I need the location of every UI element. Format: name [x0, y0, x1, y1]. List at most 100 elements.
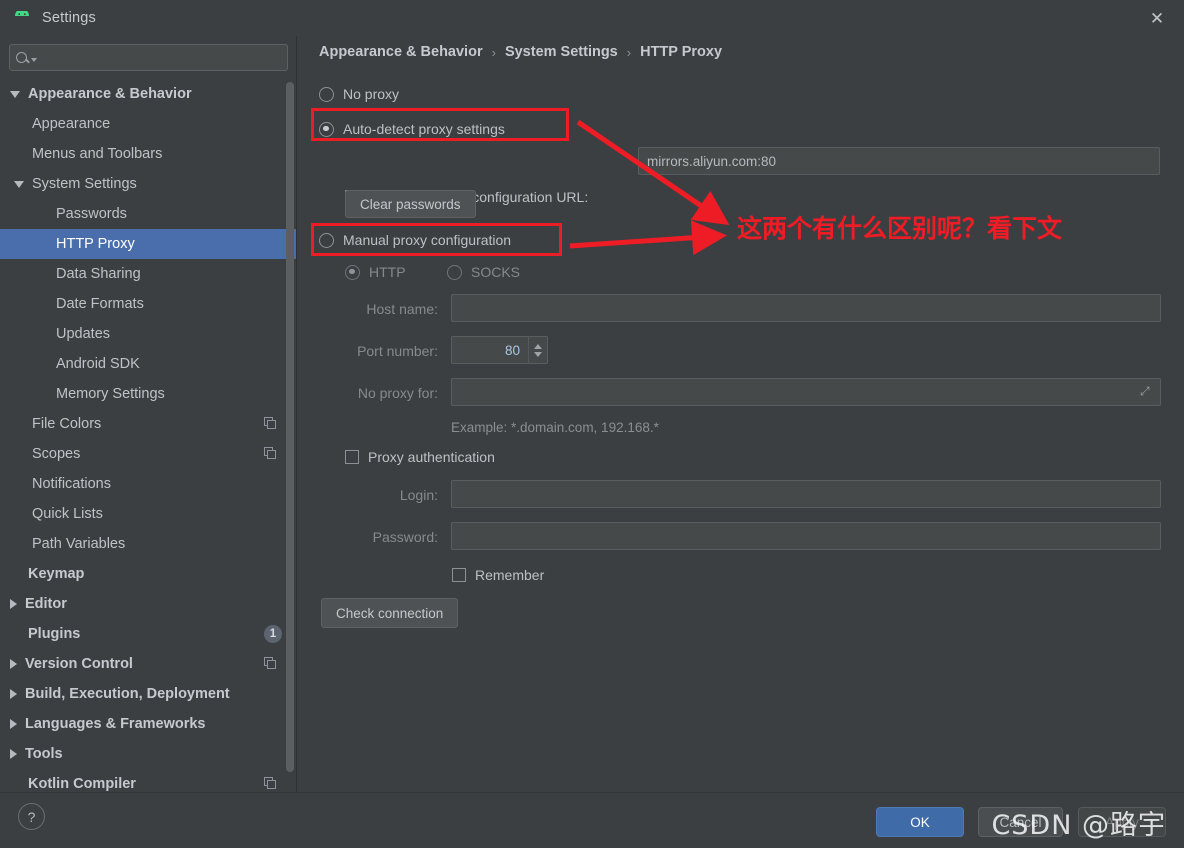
sidebar-item-system-settings[interactable]: System Settings	[0, 169, 297, 199]
proxy-auth-label: Proxy authentication	[368, 449, 495, 465]
sidebar-item-menus-and-toolbars[interactable]: Menus and Toolbars	[0, 139, 297, 169]
socks-label: SOCKS	[471, 264, 521, 280]
protocol-socks-option[interactable]: SOCKS	[447, 264, 520, 280]
sidebar-item-notifications[interactable]: Notifications	[0, 469, 297, 499]
manual-proxy-option[interactable]: Manual proxy configuration	[319, 232, 511, 248]
copy-icon[interactable]	[264, 657, 277, 670]
sidebar-item-file-colors[interactable]: File Colors	[0, 409, 297, 439]
sidebar-item-date-formats[interactable]: Date Formats	[0, 289, 297, 319]
manual-proxy-label: Manual proxy configuration	[343, 232, 512, 248]
title-bar: Settings ✕	[0, 0, 1184, 36]
chevron-down-icon[interactable]	[10, 90, 20, 98]
sidebar-item-android-sdk[interactable]: Android SDK	[0, 349, 297, 379]
apply-button[interactable]: Apply	[1078, 807, 1166, 837]
copy-icon[interactable]	[264, 447, 277, 460]
sidebar-item-data-sharing[interactable]: Data Sharing	[0, 259, 297, 289]
help-icon[interactable]: ?	[18, 803, 45, 830]
spinner-up-icon[interactable]	[534, 343, 542, 349]
search-box[interactable]	[9, 44, 288, 71]
sidebar-item-http-proxy[interactable]: HTTP Proxy	[0, 229, 297, 259]
port-number-stepper[interactable]	[451, 336, 548, 364]
sidebar-item-label: HTTP Proxy	[56, 236, 135, 252]
sidebar-scrollbar-thumb[interactable]	[286, 82, 294, 772]
http-label: HTTP	[369, 264, 406, 280]
proxy-auth-checkbox-row[interactable]: Proxy authentication	[345, 449, 495, 465]
android-robot-icon	[12, 9, 32, 25]
protocol-http-option[interactable]: HTTP	[345, 264, 406, 280]
chevron-right-icon[interactable]	[10, 599, 17, 609]
remember-checkbox-row[interactable]: Remember	[452, 567, 544, 583]
sidebar-item-label: Quick Lists	[32, 506, 103, 522]
remember-label: Remember	[475, 567, 545, 583]
login-input[interactable]	[451, 480, 1161, 508]
dialog-footer: ? OK Cancel Apply	[0, 792, 1184, 848]
sidebar-item-plugins[interactable]: Plugins 1	[0, 619, 297, 649]
sidebar-item-label: Memory Settings	[56, 386, 165, 402]
chevron-down-icon[interactable]	[14, 180, 24, 188]
spinner-down-icon[interactable]	[534, 351, 542, 357]
sidebar-item-label: Path Variables	[32, 536, 126, 552]
sidebar-item-tools[interactable]: Tools	[0, 739, 297, 769]
sidebar-item-label: Tools	[25, 746, 63, 762]
sidebar-item-label: Updates	[56, 326, 111, 342]
socks-radio[interactable]	[447, 264, 462, 280]
chevron-right-icon[interactable]	[10, 659, 17, 669]
copy-icon[interactable]	[264, 777, 277, 790]
sidebar-item-label: Date Formats	[56, 296, 144, 312]
http-radio[interactable]	[345, 264, 360, 280]
sidebar-item-appearance[interactable]: Appearance	[0, 109, 297, 139]
sidebar-item-version-control[interactable]: Version Control	[0, 649, 297, 679]
sidebar-item-path-variables[interactable]: Path Variables	[0, 529, 297, 559]
port-number-label: Port number:	[357, 343, 438, 359]
auto-detect-label: Auto-detect proxy settings	[343, 121, 505, 137]
sidebar-item-languages-frameworks[interactable]: Languages & Frameworks	[0, 709, 297, 739]
sidebar-item-passwords[interactable]: Passwords	[0, 199, 297, 229]
sidebar-item-appearance-behavior[interactable]: Appearance & Behavior	[0, 79, 297, 109]
copy-icon[interactable]	[264, 417, 277, 430]
no-proxy-option[interactable]: No proxy	[319, 86, 399, 102]
settings-sidebar: Appearance & Behavior Appearance Menus and…	[0, 36, 297, 792]
no-proxy-for-input[interactable]	[451, 378, 1161, 406]
update-count-badge: 1	[264, 625, 282, 643]
breadcrumb-separator-icon: ›	[626, 44, 632, 60]
search-wrapper	[0, 36, 297, 71]
password-label: Password:	[372, 529, 438, 545]
clear-passwords-button[interactable]: Clear passwords	[345, 190, 476, 218]
sidebar-item-quick-lists[interactable]: Quick Lists	[0, 499, 297, 529]
auto-detect-option[interactable]: Auto-detect proxy settings	[319, 121, 505, 137]
auto-config-url-input[interactable]	[638, 147, 1160, 175]
chevron-right-icon[interactable]	[10, 689, 17, 699]
chevron-right-icon[interactable]	[10, 719, 17, 729]
sidebar-item-kotlin-compiler[interactable]: Kotlin Compiler	[0, 769, 297, 792]
breadcrumb-appearance-behavior[interactable]: Appearance & Behavior	[319, 44, 483, 60]
no-proxy-for-label: No proxy for:	[357, 385, 438, 401]
sidebar-item-keymap[interactable]: Keymap	[0, 559, 297, 589]
sidebar-item-build-execution-deployment[interactable]: Build, Execution, Deployment	[0, 679, 297, 709]
check-connection-button[interactable]: Check connection	[321, 598, 459, 628]
password-input[interactable]	[451, 522, 1161, 550]
sidebar-item-scopes[interactable]: Scopes	[0, 439, 297, 469]
port-number-input[interactable]	[451, 336, 528, 364]
search-icon	[16, 52, 37, 63]
host-name-input[interactable]	[451, 294, 1161, 322]
ok-button[interactable]: OK	[876, 807, 964, 837]
search-input[interactable]	[41, 49, 281, 66]
sidebar-item-memory-settings[interactable]: Memory Settings	[0, 379, 297, 409]
no-proxy-radio[interactable]	[319, 86, 334, 102]
close-icon[interactable]: ✕	[1144, 6, 1170, 30]
breadcrumb-separator-icon: ›	[491, 44, 496, 60]
chevron-right-icon[interactable]	[10, 749, 17, 759]
expand-editor-icon[interactable]: ⤢	[1140, 385, 1153, 398]
cancel-button[interactable]: Cancel	[978, 807, 1063, 837]
proxy-auth-checkbox[interactable]	[345, 450, 359, 464]
sidebar-item-label: Passwords	[56, 206, 127, 222]
sidebar-item-editor[interactable]: Editor	[0, 589, 297, 619]
remember-checkbox[interactable]	[452, 568, 466, 582]
breadcrumb-system-settings[interactable]: System Settings	[505, 44, 618, 60]
sidebar-item-label: Editor	[25, 596, 67, 612]
sidebar-item-updates[interactable]: Updates	[0, 319, 297, 349]
port-number-spinner-buttons[interactable]	[528, 336, 548, 364]
settings-dialog: Settings ✕ Appearance & Behavior Appearan…	[0, 0, 1184, 848]
manual-proxy-radio[interactable]	[319, 232, 334, 248]
auto-detect-radio[interactable]	[319, 121, 334, 137]
